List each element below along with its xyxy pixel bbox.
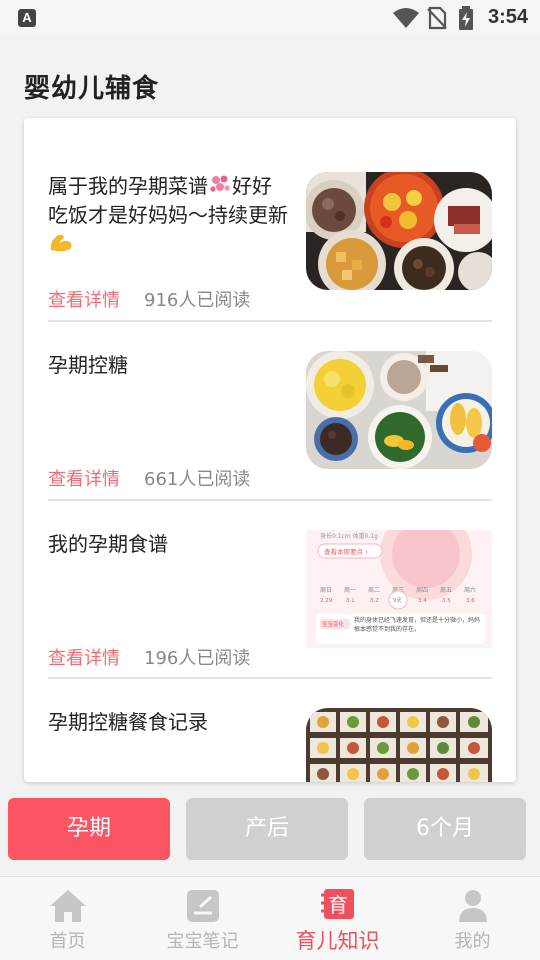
article-thumbnail[interactable] [306, 708, 492, 782]
view-details-link[interactable]: 查看详情 [48, 644, 120, 670]
article-thumbnail[interactable]: 身长0.1cm 体重0.1g 查看本周要点 › 周日 周一 周二 周三 周四 周… [306, 530, 492, 648]
status-time: 3:54 [487, 6, 528, 28]
article-item[interactable]: 孕期控糖 查看详情 661人已阅读 [48, 351, 492, 511]
read-count: 916人已阅读 [144, 290, 251, 311]
meal-bowls-photo [306, 351, 492, 469]
week-date: 3.2 [370, 598, 379, 604]
flexed-biceps-icon [50, 234, 72, 252]
nav-label: 首页 [49, 931, 86, 952]
nav-parenting-knowledge[interactable]: 育 育儿知识 [270, 877, 405, 960]
divider [48, 320, 492, 322]
category-tabs: 孕期 产后 6个月 [8, 798, 532, 860]
article-title: 属于我的孕期菜谱 好好吃饭才是好妈妈～持续更新 [48, 172, 288, 259]
heart-petals-icon [210, 175, 230, 192]
meal-grid-photo [306, 708, 492, 782]
nav-label: 我的 [454, 931, 491, 952]
person-icon [458, 890, 487, 922]
article-item[interactable]: 孕期控糖餐食记录 [48, 708, 492, 782]
nav-mine[interactable]: 我的 [405, 877, 540, 960]
app-notification-icon: A [18, 9, 36, 27]
week-day: 周日 [320, 587, 332, 594]
divider [48, 677, 492, 679]
view-details-link[interactable]: 查看详情 [48, 286, 120, 312]
read-count: 196人已阅读 [144, 648, 251, 669]
article-item[interactable]: 我的孕期食谱 查看详情 196人已阅读 身长0.1cm 体重0.1g 查看本周要… [48, 530, 492, 690]
thumb-top-text: 身长0.1cm 体重0.1g [320, 532, 378, 540]
article-title: 孕期控糖 [48, 353, 128, 377]
week-date: 3.5 [442, 598, 451, 604]
week-day: 周二 [368, 587, 380, 594]
tab-pregnancy[interactable]: 孕期 [8, 798, 170, 860]
article-title: 我的孕期食谱 [48, 532, 168, 556]
status-bar: A 3:54 [0, 0, 540, 36]
week-day: 周一 [344, 587, 356, 594]
page-title: 婴幼儿辅食 [24, 74, 160, 104]
week-day: 周四 [416, 587, 428, 594]
week-date: 2.29 [320, 598, 333, 604]
week-date: 3.1 [346, 598, 355, 604]
home-icon [49, 890, 86, 922]
article-title: 孕期控糖餐食记录 [48, 710, 208, 734]
food-plates-photo [306, 172, 492, 290]
week-date: 3.6 [466, 598, 475, 604]
note-icon [186, 890, 219, 922]
view-details-link[interactable]: 查看详情 [48, 465, 120, 491]
nav-label: 宝宝笔记 [166, 931, 239, 952]
article-list-card: 属于我的孕期菜谱 好好吃饭才是好妈妈～持续更新 查看详情 916人已阅读 孕期控… [24, 118, 516, 782]
divider [48, 499, 492, 501]
bottom-nav: 首页 宝宝笔记 育 育儿知识 我的 [0, 876, 540, 960]
week-day: 周六 [464, 586, 476, 594]
thumb-pill-text: 查看本周要点 › [324, 547, 368, 556]
tab-postpartum[interactable]: 产后 [186, 798, 348, 860]
book-icon-glyph: 育 [328, 893, 348, 917]
thumb-note-text: 我的身体已经飞速发育，但还是十分微小，妈妈根本感觉不到我的存在。 [354, 617, 481, 633]
nav-home[interactable]: 首页 [0, 877, 135, 960]
nav-label: 育儿知识 [295, 929, 380, 953]
book-icon: 育 [320, 889, 354, 919]
nav-baby-notes[interactable]: 宝宝笔记 [135, 877, 270, 960]
week-day: 周五 [440, 587, 452, 594]
article-item[interactable]: 属于我的孕期菜谱 好好吃饭才是好妈妈～持续更新 查看详情 916人已阅读 [48, 172, 492, 332]
article-thumbnail[interactable] [306, 172, 492, 290]
tab-6-months[interactable]: 6个月 [364, 798, 526, 860]
no-sim-icon [427, 6, 447, 30]
wifi-icon [393, 8, 419, 28]
screen: A 3:54 婴幼儿辅食 属于我的孕期菜谱 好好吃饭才是好妈妈～持续更新 查看详情… [0, 0, 540, 960]
article-thumbnail[interactable] [306, 351, 492, 469]
thumb-badge-text: 宝宝变化 [322, 620, 345, 628]
week-date: 3.4 [418, 598, 427, 604]
battery-charging-icon [459, 6, 473, 30]
app-screenshot-thumb: 身长0.1cm 体重0.1g 查看本周要点 › 周日 周一 周二 周三 周四 周… [306, 530, 492, 648]
read-count: 661人已阅读 [144, 469, 251, 490]
week-date: 9天 [393, 597, 402, 604]
